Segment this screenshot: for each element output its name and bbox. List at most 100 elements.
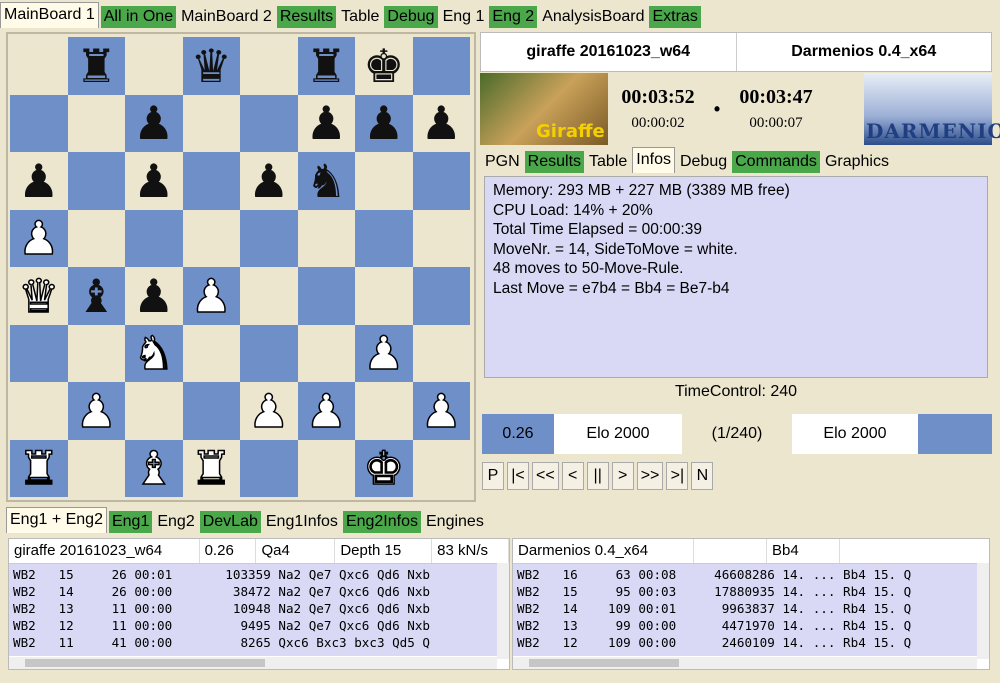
square-c7[interactable]: ♟ — [125, 94, 183, 152]
square-b5[interactable] — [67, 209, 125, 267]
square-e5[interactable] — [240, 209, 298, 267]
tab-analysisboard[interactable]: AnalysisBoard — [539, 6, 648, 28]
nav-first-button[interactable]: |< — [507, 462, 529, 490]
square-a3[interactable] — [10, 324, 68, 382]
tab-results[interactable]: Results — [276, 6, 337, 28]
tab-eng-2[interactable]: Eng 2 — [489, 6, 538, 28]
square-e8[interactable] — [240, 37, 298, 95]
black-pawn-icon[interactable]: ♟ — [18, 158, 59, 204]
square-d8[interactable]: ♛ — [182, 37, 240, 95]
white-pawn-icon[interactable]: ♟ — [362, 330, 405, 378]
engine-tab-eng1infos[interactable]: Eng1Infos — [262, 511, 341, 533]
info-tab-results[interactable]: Results — [524, 151, 585, 173]
square-g6[interactable] — [355, 152, 413, 210]
info-tab-graphics[interactable]: Graphics — [821, 151, 892, 173]
square-g3[interactable]: ♟ — [355, 324, 413, 382]
info-tab-debug[interactable]: Debug — [676, 151, 731, 173]
square-f7[interactable]: ♟ — [297, 94, 355, 152]
square-h5[interactable] — [412, 209, 470, 267]
tab-mainboard-2[interactable]: MainBoard 2 — [178, 6, 275, 28]
square-h4[interactable] — [412, 267, 470, 325]
square-a7[interactable] — [10, 94, 68, 152]
square-c2[interactable] — [125, 382, 183, 440]
square-e4[interactable] — [240, 267, 298, 325]
square-b7[interactable] — [67, 94, 125, 152]
tab-all-in-one[interactable]: All in One — [100, 6, 177, 28]
square-d7[interactable] — [182, 94, 240, 152]
nav-next-n-button[interactable]: N — [691, 462, 714, 490]
square-d4[interactable]: ♟ — [182, 267, 240, 325]
square-d2[interactable] — [182, 382, 240, 440]
square-a5[interactable]: ♟ — [10, 209, 68, 267]
tab-extras[interactable]: Extras — [649, 6, 701, 28]
engine-tab-engines[interactable]: Engines — [423, 511, 487, 533]
square-h8[interactable] — [412, 37, 470, 95]
square-b2[interactable]: ♟ — [67, 382, 125, 440]
square-a1[interactable]: ♜ — [10, 439, 68, 497]
white-rook-icon[interactable]: ♜ — [17, 445, 60, 493]
square-e2[interactable]: ♟ — [240, 382, 298, 440]
square-a6[interactable]: ♟ — [10, 152, 68, 210]
square-f5[interactable] — [297, 209, 355, 267]
square-e6[interactable]: ♟ — [240, 152, 298, 210]
square-a2[interactable] — [10, 382, 68, 440]
square-g2[interactable] — [355, 382, 413, 440]
engine1-hscroll[interactable] — [9, 657, 497, 669]
square-g4[interactable] — [355, 267, 413, 325]
square-h7[interactable]: ♟ — [412, 94, 470, 152]
square-c1[interactable]: ♝ — [125, 439, 183, 497]
white-rook-icon[interactable]: ♜ — [190, 445, 233, 493]
square-b4[interactable]: ♝ — [67, 267, 125, 325]
black-rook-icon[interactable]: ♜ — [306, 43, 347, 89]
chess-board[interactable]: ♜ ♛ ♜ ♚ ♟ ♟ ♟ ♟ ♟ ♟ ♟ ♞ ♟ ♛ ♝ ♟ ♟ ♞ ♟ ♟ ♟ ♟ ♟ ♜ ♝ ♜ ♚ — [10, 37, 470, 497]
square-h1[interactable] — [412, 439, 470, 497]
square-d1[interactable]: ♜ — [182, 439, 240, 497]
nav-back-fast-button[interactable]: << — [532, 462, 559, 490]
black-queen-icon[interactable]: ♛ — [191, 43, 232, 89]
white-pawn-icon[interactable]: ♟ — [305, 387, 348, 435]
square-g7[interactable]: ♟ — [355, 94, 413, 152]
square-b6[interactable] — [67, 152, 125, 210]
black-pawn-icon[interactable]: ♟ — [133, 158, 174, 204]
square-c6[interactable]: ♟ — [125, 152, 183, 210]
square-g5[interactable] — [355, 209, 413, 267]
square-f6[interactable]: ♞ — [297, 152, 355, 210]
square-c3[interactable]: ♞ — [125, 324, 183, 382]
info-tab-pgn[interactable]: PGN — [482, 151, 523, 173]
nav-last-button[interactable]: >| — [666, 462, 689, 490]
white-king-icon[interactable]: ♚ — [362, 445, 405, 493]
tab-table[interactable]: Table — [338, 6, 383, 28]
white-pawn-icon[interactable]: ♟ — [190, 272, 233, 320]
square-f2[interactable]: ♟ — [297, 382, 355, 440]
black-pawn-icon[interactable]: ♟ — [421, 100, 462, 146]
white-pawn-icon[interactable]: ♟ — [17, 215, 60, 263]
black-rook-icon[interactable]: ♜ — [76, 43, 117, 89]
square-g8[interactable]: ♚ — [355, 37, 413, 95]
white-knight-icon[interactable]: ♞ — [132, 330, 175, 378]
nav-pause-button[interactable]: || — [586, 462, 609, 490]
engine2-hscroll[interactable] — [513, 657, 977, 669]
white-queen-icon[interactable]: ♛ — [17, 272, 60, 320]
info-tab-infos[interactable]: Infos — [632, 147, 675, 173]
square-b8[interactable]: ♜ — [67, 37, 125, 95]
square-g1[interactable]: ♚ — [355, 439, 413, 497]
black-pawn-icon[interactable]: ♟ — [248, 158, 289, 204]
square-d3[interactable] — [182, 324, 240, 382]
square-f3[interactable] — [297, 324, 355, 382]
black-pawn-icon[interactable]: ♟ — [133, 100, 174, 146]
square-c8[interactable] — [125, 37, 183, 95]
square-a4[interactable]: ♛ — [10, 267, 68, 325]
nav-pause-p-button[interactable]: P — [482, 462, 504, 490]
square-e1[interactable] — [240, 439, 298, 497]
nav-back-button[interactable]: < — [561, 462, 584, 490]
square-b3[interactable] — [67, 324, 125, 382]
engine1-vscroll[interactable] — [497, 563, 509, 659]
nav-forward-button[interactable]: > — [611, 462, 634, 490]
black-knight-icon[interactable]: ♞ — [306, 158, 347, 204]
tab-eng-1[interactable]: Eng 1 — [439, 6, 488, 28]
engine-tab-eng1-eng2[interactable]: Eng1 + Eng2 — [6, 507, 107, 533]
white-bishop-icon[interactable]: ♝ — [132, 445, 175, 493]
square-h2[interactable]: ♟ — [412, 382, 470, 440]
nav-forward-fast-button[interactable]: >> — [636, 462, 664, 490]
square-h6[interactable] — [412, 152, 470, 210]
